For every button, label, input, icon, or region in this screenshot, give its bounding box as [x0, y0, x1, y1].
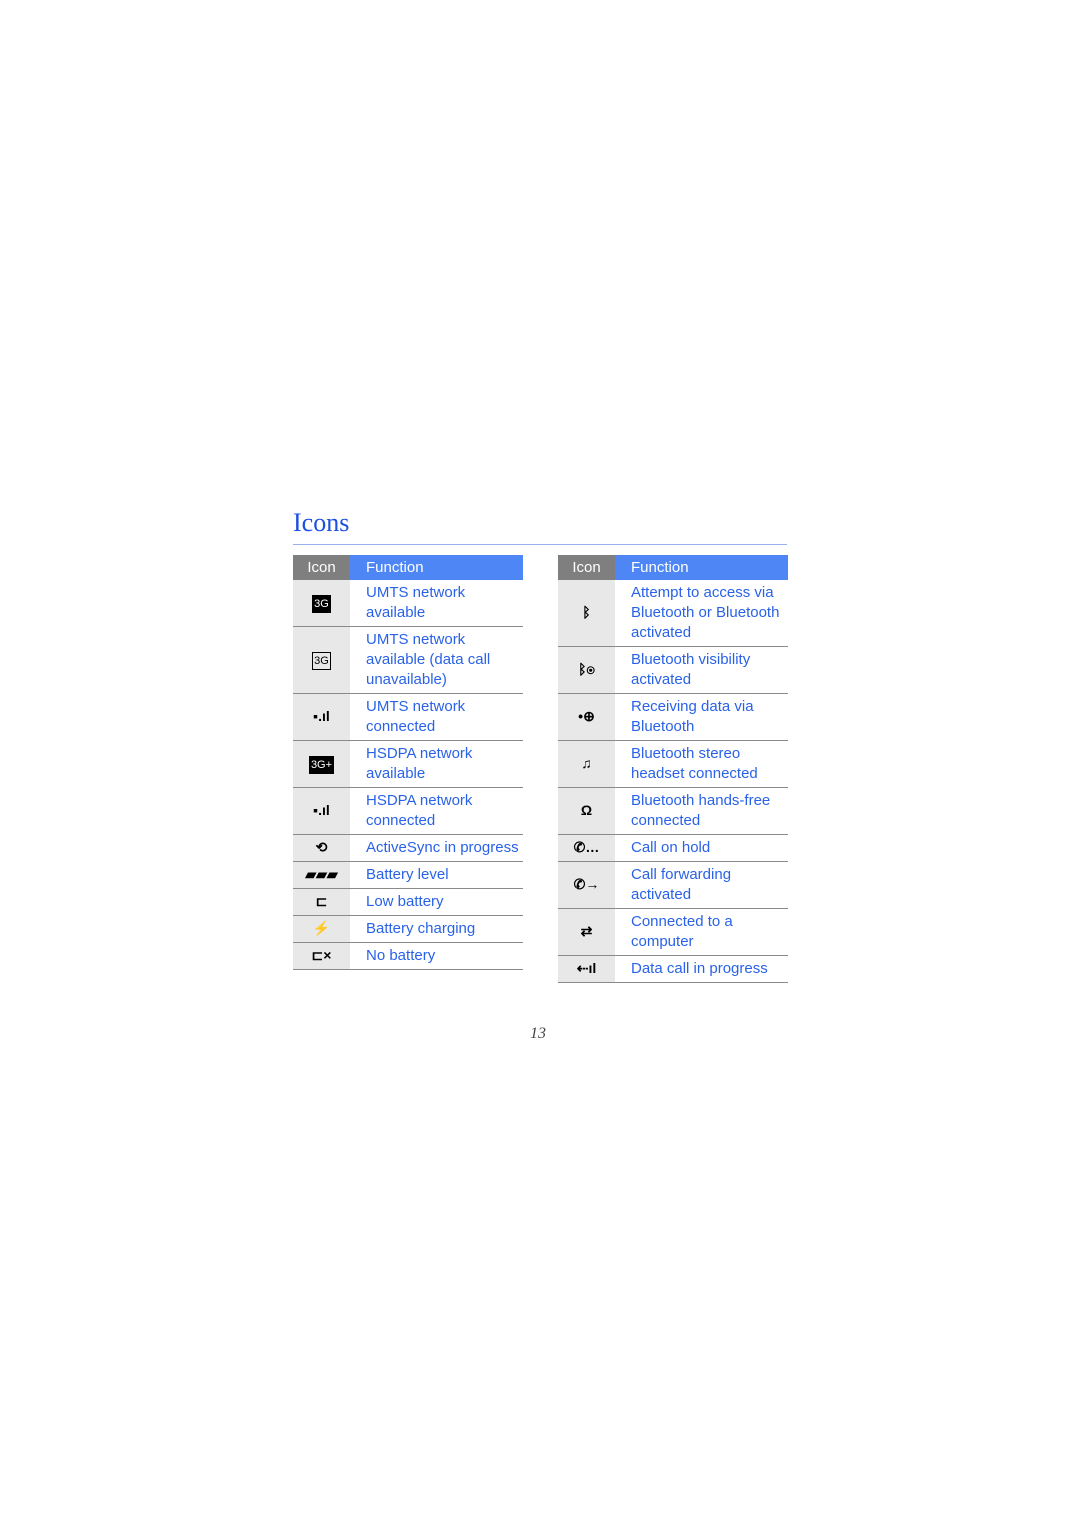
function-text: Bluetooth hands-free connected	[615, 787, 788, 835]
stereo-headset-icon: ♫	[581, 755, 592, 771]
table-row: ⚡ Battery charging	[293, 915, 523, 943]
table-row: ✆… Call on hold	[558, 834, 788, 862]
table-row: ♫ Bluetooth stereo headset connected	[558, 740, 788, 788]
function-text: UMTS network connected	[350, 693, 523, 741]
function-text: UMTS network available	[350, 580, 523, 627]
bluetooth-visibility-icon: ᛒ◉	[578, 661, 595, 677]
header-icon: Icon	[293, 555, 350, 580]
function-text: Connected to a computer	[615, 908, 788, 956]
function-text: HSDPA network available	[350, 740, 523, 788]
function-text: Battery charging	[350, 915, 523, 943]
icon-cell: ᛒ	[558, 580, 615, 647]
icon-cell: ⊏	[293, 888, 350, 916]
function-text: Call on hold	[615, 834, 788, 862]
table-row: ⇠ıl Data call in progress	[558, 955, 788, 983]
function-text: No battery	[350, 942, 523, 970]
table-row: •⊕ Receiving data via Bluetooth	[558, 693, 788, 741]
icon-cell: 3G	[293, 626, 350, 694]
icon-cell: •⊕	[558, 693, 615, 741]
icons-table-right: Icon Function ᛒ Attempt to access via Blu…	[558, 555, 788, 983]
icon-cell: ▪.ıl	[293, 693, 350, 741]
icon-cell: ᛒ◉	[558, 646, 615, 694]
icon-cell: ⊏×	[293, 942, 350, 970]
header-function: Function	[350, 555, 523, 580]
no-battery-icon: ⊏×	[311, 947, 332, 963]
bluetooth-icon: ᛒ	[582, 604, 591, 620]
handsfree-headset-icon: Ω	[580, 802, 593, 818]
computer-connected-icon: ⇄	[580, 923, 593, 939]
function-text: Receiving data via Bluetooth	[615, 693, 788, 741]
icon-cell: 3G+	[293, 740, 350, 788]
table-row: 3G UMTS network available	[293, 580, 523, 627]
icon-cell: 3G	[293, 580, 350, 627]
table-row: ▪.ıl UMTS network connected	[293, 693, 523, 741]
function-text: HSDPA network connected	[350, 787, 523, 835]
call-hold-icon: ✆…	[573, 839, 600, 855]
icon-cell: ▰▰▰	[293, 861, 350, 889]
section-title: Icons	[293, 508, 350, 537]
call-forwarding-icon: ✆→	[573, 876, 600, 892]
table-row: 3G UMTS network available (data call unav…	[293, 626, 523, 694]
umts-3g-outline-icon: 3G	[312, 651, 331, 670]
table-row: ✆→ Call forwarding activated	[558, 861, 788, 909]
function-text: UMTS network available (data call unavai…	[350, 626, 523, 694]
low-battery-icon: ⊏	[315, 893, 328, 909]
function-text: Attempt to access via Bluetooth or Bluet…	[615, 580, 788, 647]
function-text: Bluetooth stereo headset connected	[615, 740, 788, 788]
umts-connected-signal-icon: ▪.ıl	[313, 708, 330, 724]
table-row: ▰▰▰ Battery level	[293, 861, 523, 889]
icon-cell: ⟲	[293, 834, 350, 862]
bluetooth-receiving-icon: •⊕	[578, 708, 595, 724]
function-text: Data call in progress	[615, 955, 788, 983]
table-row: 3G+ HSDPA network available	[293, 740, 523, 788]
battery-charging-icon: ⚡	[312, 920, 331, 936]
umts-3g-icon: 3G	[312, 594, 331, 613]
table-row: ⊏× No battery	[293, 942, 523, 970]
function-text: Battery level	[350, 861, 523, 889]
table-row: ▪.ıl HSDPA network connected	[293, 787, 523, 835]
table-row: Ω Bluetooth hands-free connected	[558, 787, 788, 835]
page-number: 13	[530, 1025, 546, 1042]
icon-cell: ⇄	[558, 908, 615, 956]
function-text: ActiveSync in progress	[350, 834, 523, 862]
icon-cell: ✆…	[558, 834, 615, 862]
activesync-icon: ⟲	[315, 839, 328, 855]
header-icon: Icon	[558, 555, 615, 580]
table-row: ⟲ ActiveSync in progress	[293, 834, 523, 862]
data-call-icon: ⇠ıl	[576, 960, 597, 976]
icons-table-left: Icon Function 3G UMTS network available 3G…	[293, 555, 523, 970]
header-function: Function	[615, 555, 788, 580]
table-row: ⇄ Connected to a computer	[558, 908, 788, 956]
table-row: ⊏ Low battery	[293, 888, 523, 916]
table-row: ᛒ◉ Bluetooth visibility activated	[558, 646, 788, 694]
hsdpa-icon: 3G+	[308, 755, 335, 774]
icon-cell: ▪.ıl	[293, 787, 350, 835]
icon-cell: Ω	[558, 787, 615, 835]
function-text: Bluetooth visibility activated	[615, 646, 788, 694]
icon-cell: ♫	[558, 740, 615, 788]
icon-cell: ⇠ıl	[558, 955, 615, 983]
table-row: ᛒ Attempt to access via Bluetooth or Blue…	[558, 580, 788, 647]
function-text: Low battery	[350, 888, 523, 916]
icon-cell: ⚡	[293, 915, 350, 943]
function-text: Call forwarding activated	[615, 861, 788, 909]
hsdpa-connected-signal-icon: ▪.ıl	[313, 802, 330, 818]
icon-cell: ✆→	[558, 861, 615, 909]
battery-level-icon: ▰▰▰	[305, 866, 338, 882]
title-divider	[293, 544, 787, 545]
